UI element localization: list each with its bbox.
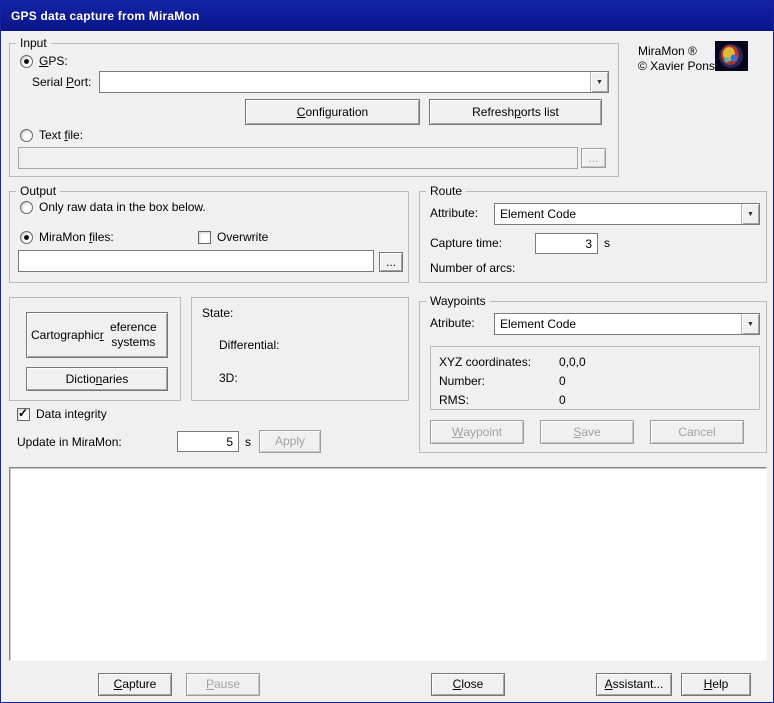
gps-radio-label: GPS: — [39, 54, 68, 68]
waypoints-group-title: Waypoints — [426, 294, 490, 308]
capture-button[interactable]: Capture — [98, 673, 172, 696]
text-file-radio[interactable]: Text file: — [20, 128, 83, 142]
xyz-coordinates-value: 0,0,0 — [559, 355, 586, 369]
waypoint-info-box: XYZ coordinates: 0,0,0 Number: 0 RMS: 0 — [430, 346, 760, 410]
overwrite-checkbox-box — [198, 231, 211, 244]
update-interval-label: Update in MiraMon: — [17, 435, 122, 449]
state-label: State: — [202, 306, 233, 320]
data-integrity-checkbox-label: Data integrity — [36, 407, 107, 421]
state-box: State: Differential: 3D: — [191, 297, 409, 401]
serial-port-value — [100, 72, 590, 92]
serial-port-label: Serial Port: — [32, 75, 91, 89]
apply-button[interactable]: Apply — [259, 430, 321, 453]
miramon-logo — [715, 41, 748, 71]
data-integrity-checkbox[interactable]: ✓ Data integrity — [17, 407, 107, 421]
raw-data-output-area[interactable] — [9, 467, 767, 661]
output-group-title: Output — [16, 184, 60, 198]
waypoint-number-value: 0 — [559, 374, 566, 388]
waypoint-button[interactable]: Waypoint — [430, 420, 524, 444]
output-file-browse-button[interactable]: ... — [379, 252, 403, 272]
cartographic-reference-button[interactable]: Cartographic reference systems — [26, 312, 168, 358]
title-bar[interactable]: GPS data capture from MiraMon — [1, 1, 773, 31]
raw-data-radio-circle — [20, 201, 33, 214]
text-file-input[interactable] — [18, 147, 578, 169]
configuration-button[interactable]: Configuration — [245, 99, 420, 125]
route-group: Route Attribute: Element Code ▼ Capture … — [419, 191, 767, 283]
miramon-files-radio[interactable]: MiraMon files: — [20, 230, 114, 244]
gps-capture-dialog: GPS data capture from MiraMon Input GPS:… — [0, 0, 774, 703]
waypoints-attribute-value: Element Code — [495, 314, 741, 334]
gps-radio-circle — [20, 55, 33, 68]
input-group-title: Input — [16, 36, 51, 50]
pause-button[interactable]: Pause — [186, 673, 260, 696]
text-file-browse-button[interactable]: ... — [581, 148, 606, 168]
refresh-ports-button[interactable]: Refresh ports list — [429, 99, 602, 125]
serial-port-dropdown-arrow-icon[interactable]: ▼ — [590, 72, 608, 92]
waypoints-attribute-combobox[interactable]: Element Code ▼ — [494, 313, 760, 335]
tools-box: Cartographic reference systems Dictionar… — [9, 297, 181, 401]
xyz-coordinates-label: XYZ coordinates: — [439, 355, 559, 369]
miramon-brand-name: MiraMon ® — [638, 44, 697, 58]
xyz-coordinates-row: XYZ coordinates: 0,0,0 — [431, 352, 759, 371]
threed-label: 3D: — [219, 371, 238, 385]
miramon-files-radio-label: MiraMon files: — [39, 230, 114, 244]
save-button[interactable]: Save — [540, 420, 634, 444]
update-interval-unit: s — [245, 435, 251, 449]
help-button[interactable]: Help — [681, 673, 751, 696]
route-attribute-combobox[interactable]: Element Code ▼ — [494, 203, 760, 225]
dictionaries-button[interactable]: Dictionaries — [26, 367, 168, 391]
route-group-title: Route — [426, 184, 466, 198]
rms-value: 0 — [559, 393, 566, 407]
rms-label: RMS: — [439, 393, 559, 407]
capture-time-input[interactable] — [535, 233, 598, 254]
cancel-button[interactable]: Cancel — [650, 420, 744, 444]
route-attribute-label: Attribute: — [430, 206, 478, 220]
serial-port-combobox[interactable]: ▼ — [99, 71, 609, 93]
route-attribute-value: Element Code — [495, 204, 741, 224]
capture-time-unit: s — [604, 236, 610, 250]
checkmark-icon: ✓ — [18, 406, 28, 420]
data-integrity-checkbox-box: ✓ — [17, 408, 30, 421]
assistant-button[interactable]: Assistant... — [596, 673, 672, 696]
raw-data-radio[interactable]: Only raw data in the box below. — [20, 200, 206, 214]
output-file-input[interactable] — [18, 250, 374, 272]
waypoints-attribute-label: Atribute: — [430, 316, 475, 330]
text-file-radio-circle — [20, 129, 33, 142]
update-interval-input[interactable] — [177, 431, 239, 452]
overwrite-checkbox-label: Overwrite — [217, 230, 268, 244]
waypoints-group: Waypoints Atribute: Element Code ▼ XYZ c… — [419, 301, 767, 453]
miramon-copyright: © Xavier Pons — [638, 59, 715, 73]
miramon-files-radio-circle — [20, 231, 33, 244]
differential-label: Differential: — [219, 338, 279, 352]
window-title: GPS data capture from MiraMon — [11, 9, 200, 23]
input-group: Input GPS: Serial Port: ▼ Configuration … — [9, 43, 619, 177]
overwrite-checkbox[interactable]: Overwrite — [198, 230, 268, 244]
number-of-arcs-label: Number of arcs: — [430, 261, 515, 275]
waypoint-number-row: Number: 0 — [431, 371, 759, 390]
waypoints-attribute-dropdown-arrow-icon[interactable]: ▼ — [741, 314, 759, 334]
output-group: Output Only raw data in the box below. M… — [9, 191, 409, 283]
gps-radio[interactable]: GPS: — [20, 54, 68, 68]
text-file-radio-label: Text file: — [39, 128, 83, 142]
raw-data-radio-label: Only raw data in the box below. — [39, 200, 206, 214]
route-attribute-dropdown-arrow-icon[interactable]: ▼ — [741, 204, 759, 224]
rms-row: RMS: 0 — [431, 390, 759, 409]
close-button[interactable]: Close — [431, 673, 505, 696]
capture-time-label: Capture time: — [430, 236, 502, 250]
waypoint-number-label: Number: — [439, 374, 559, 388]
